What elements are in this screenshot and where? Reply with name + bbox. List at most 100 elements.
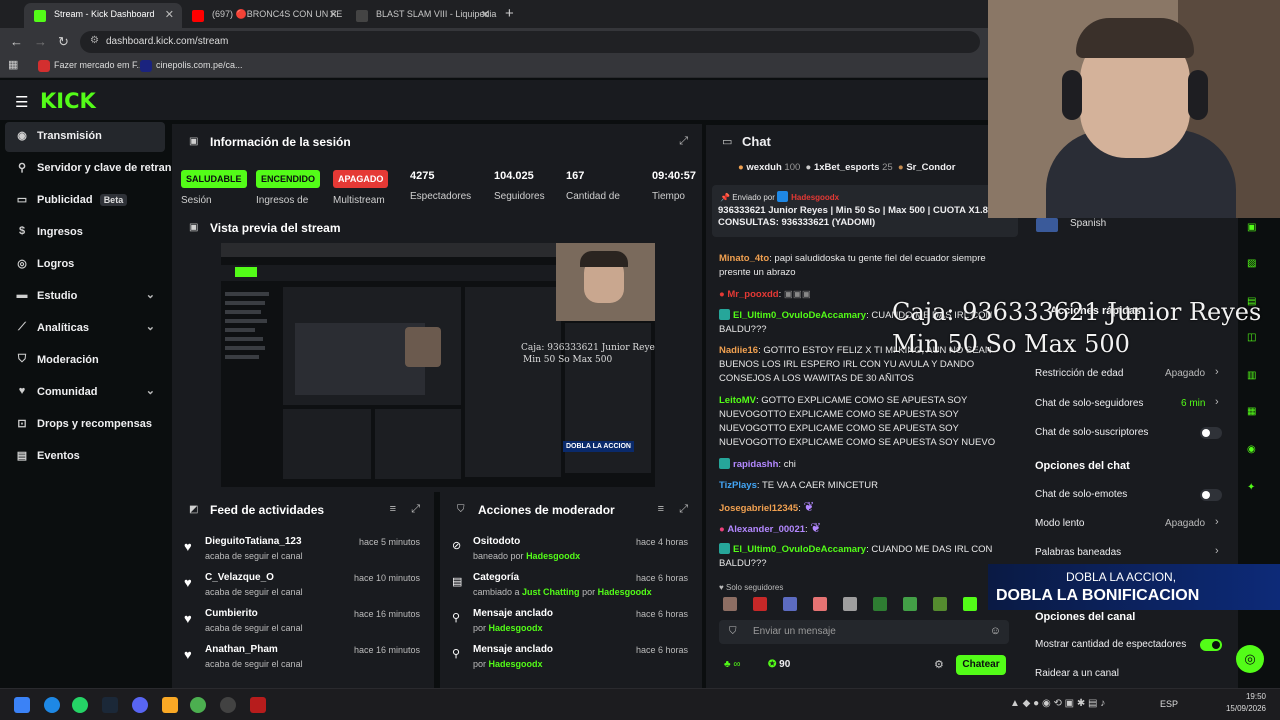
sidebar-item-logros[interactable]: ◎ Logros <box>5 250 165 280</box>
sidebar-item-eventos[interactable]: ▤ Eventos <box>5 442 165 472</box>
gifter-name[interactable]: 1xBet_esports <box>814 162 879 173</box>
gifter-name[interactable]: wexduh <box>746 162 781 173</box>
reload-icon[interactable]: ↻ <box>58 34 69 50</box>
apps-grid-icon[interactable]: ▦ <box>8 58 18 71</box>
sidebar-item-transmision[interactable]: ◉ Transmisión <box>5 122 165 152</box>
chat-username[interactable]: El_Ultim0_OvuloDeAccamary <box>733 544 866 555</box>
banned-words-label[interactable]: Palabras baneadas <box>1035 547 1121 558</box>
url-input[interactable]: ⚙ dashboard.kick.com/stream <box>80 31 980 53</box>
emote-icon[interactable] <box>903 597 917 611</box>
dock-icon[interactable]: ◉ <box>1247 444 1256 455</box>
sidebar-item-comunidad[interactable]: ♥ Comunidad ⌄ <box>5 378 165 408</box>
chrome-icon[interactable] <box>190 697 206 713</box>
points-display[interactable]: ✪ 90 <box>768 659 790 670</box>
send-chat-button[interactable]: Chatear <box>956 655 1006 675</box>
mod-action-by[interactable]: Hadesgoodx <box>526 551 580 561</box>
pinned-by[interactable]: Hadesgoodx <box>791 193 839 202</box>
windows-start-icon[interactable] <box>14 697 30 713</box>
close-tab-icon[interactable]: ✕ <box>329 8 338 21</box>
chat-username[interactable]: Mr_pooxdd <box>727 289 778 300</box>
emote-icon[interactable] <box>753 597 767 611</box>
kick-logo[interactable]: KICK <box>40 89 96 113</box>
chevron-right-icon[interactable]: › <box>1215 396 1219 408</box>
emote-icon[interactable] <box>843 597 857 611</box>
close-tab-icon[interactable]: ✕ <box>165 8 174 21</box>
back-icon[interactable]: ← <box>10 34 23 49</box>
activity-username[interactable]: DieguitoTatiana_123 <box>205 536 302 547</box>
chat-username[interactable]: rapidashh <box>733 459 778 470</box>
emotes-only-chat-toggle[interactable] <box>1200 489 1222 501</box>
system-tray-icons[interactable]: ▲ ◆ ● ◉ ⟲ ▣ ✱ ▤ ♪ <box>1010 698 1105 709</box>
chevron-right-icon[interactable]: › <box>1215 516 1219 528</box>
chat-username[interactable]: LeitoMV <box>719 395 756 406</box>
slow-mode-value[interactable]: Apagado <box>1165 518 1205 529</box>
activity-username[interactable]: Cumbierito <box>205 608 258 619</box>
edge-icon[interactable] <box>44 697 60 713</box>
gifter-name[interactable]: Sr_Condor <box>906 162 955 173</box>
expand-icon[interactable]: ⤢ <box>679 503 688 516</box>
close-tab-icon[interactable]: ✕ <box>481 8 490 21</box>
dock-icon[interactable]: ✦ <box>1247 482 1255 493</box>
stream-language[interactable]: Spanish <box>1070 218 1106 229</box>
stream-preview-video[interactable]: Caja: 936333621 Junior Reyes Min 50 So M… <box>221 243 655 487</box>
chat-username[interactable]: Josegabriel12345 <box>719 503 798 514</box>
sidebar-item-moderacion[interactable]: ⛉ Moderación <box>5 346 165 376</box>
emote-icon[interactable] <box>963 597 977 611</box>
followers-only-chat-value[interactable]: 6 min <box>1181 398 1205 409</box>
mod-action-by[interactable]: Hadesgoodx <box>489 659 543 669</box>
mod-action-by[interactable]: Hadesgoodx <box>489 623 543 633</box>
subs-only-chat-toggle[interactable] <box>1200 427 1222 439</box>
chat-username[interactable]: Minato_4to <box>719 253 769 264</box>
mod-action-category[interactable]: Just Chatting <box>522 587 580 597</box>
chat-username[interactable]: TizPlays <box>719 480 757 491</box>
menu-icon[interactable]: ☰ <box>15 93 28 111</box>
dock-icon[interactable]: ◫ <box>1247 332 1256 343</box>
filter-icon[interactable]: ≡ <box>658 503 664 515</box>
app-icon[interactable] <box>250 697 266 713</box>
emote-icon[interactable] <box>873 597 887 611</box>
chevron-right-icon[interactable]: › <box>1215 366 1219 378</box>
dock-icon[interactable]: ▣ <box>1247 222 1256 233</box>
sidebar-item-ingresos[interactable]: $ Ingresos <box>5 218 165 248</box>
whatsapp-icon[interactable] <box>72 697 88 713</box>
dock-icon[interactable]: ▨ <box>1247 258 1256 269</box>
expand-icon[interactable]: ⤢ <box>679 135 688 148</box>
bookmark-item[interactable]: cinepolis.com.pe/ca... <box>140 60 243 72</box>
dock-icon[interactable]: ▥ <box>1247 370 1256 381</box>
emote-icon[interactable] <box>783 597 797 611</box>
tab-youtube[interactable]: (697) 🔴BRONC4S CON UN FE ✕ <box>182 3 346 28</box>
raid-channel-label[interactable]: Raidear a un canal <box>1035 668 1119 679</box>
clock-time[interactable]: 19:50 <box>1230 692 1266 701</box>
mod-action-by[interactable]: Hadesgoodx <box>598 587 652 597</box>
chat-input[interactable]: ⛉ Enviar un mensaje ☺ <box>719 620 1009 644</box>
input-language[interactable]: ESP <box>1160 699 1178 709</box>
filter-icon[interactable]: ≡ <box>390 503 396 515</box>
chevron-right-icon[interactable]: › <box>1215 545 1219 557</box>
chat-username[interactable]: Alexander_00021 <box>727 524 805 535</box>
obs-icon[interactable] <box>220 697 236 713</box>
chat-settings-icon[interactable]: ⚙ <box>934 658 944 671</box>
sidebar-item-servidor[interactable]: ⚲ Servidor y clave de retransmisión <box>5 154 175 184</box>
sidebar-item-publicidad[interactable]: ▭ Publicidad Beta <box>5 186 165 216</box>
activity-username[interactable]: Anathan_Pham <box>205 644 278 655</box>
discord-icon[interactable] <box>132 697 148 713</box>
clock-date[interactable]: 15/09/2026 <box>1224 704 1266 713</box>
tab-liquipedia[interactable]: BLAST SLAM VIII - Liquipedia D ✕ <box>346 3 498 28</box>
help-chat-icon[interactable]: ◎ <box>1236 645 1264 673</box>
emoji-icon[interactable]: ☺ <box>990 625 1001 637</box>
new-tab-icon[interactable]: + <box>505 5 514 22</box>
steam-icon[interactable] <box>102 697 118 713</box>
sidebar-item-analiticas[interactable]: ⟋ Analíticas ⌄ <box>5 314 165 344</box>
emote-icon[interactable] <box>723 597 737 611</box>
emote-icon[interactable] <box>933 597 947 611</box>
chat-username[interactable]: El_Ultim0_OvuloDeAccamary <box>733 310 866 321</box>
emote-icon[interactable] <box>813 597 827 611</box>
show-viewer-count-toggle[interactable] <box>1200 639 1222 651</box>
age-restriction-value[interactable]: Apagado <box>1165 368 1205 379</box>
bookmark-item[interactable]: Fazer mercado em F... <box>38 60 144 72</box>
folder-icon[interactable] <box>162 697 178 713</box>
activity-username[interactable]: C_Velazque_O <box>205 572 274 583</box>
expand-icon[interactable]: ⤢ <box>411 503 420 516</box>
sidebar-item-estudio[interactable]: ▬ Estudio ⌄ <box>5 282 165 312</box>
site-info-icon[interactable]: ⚙ <box>90 35 99 46</box>
